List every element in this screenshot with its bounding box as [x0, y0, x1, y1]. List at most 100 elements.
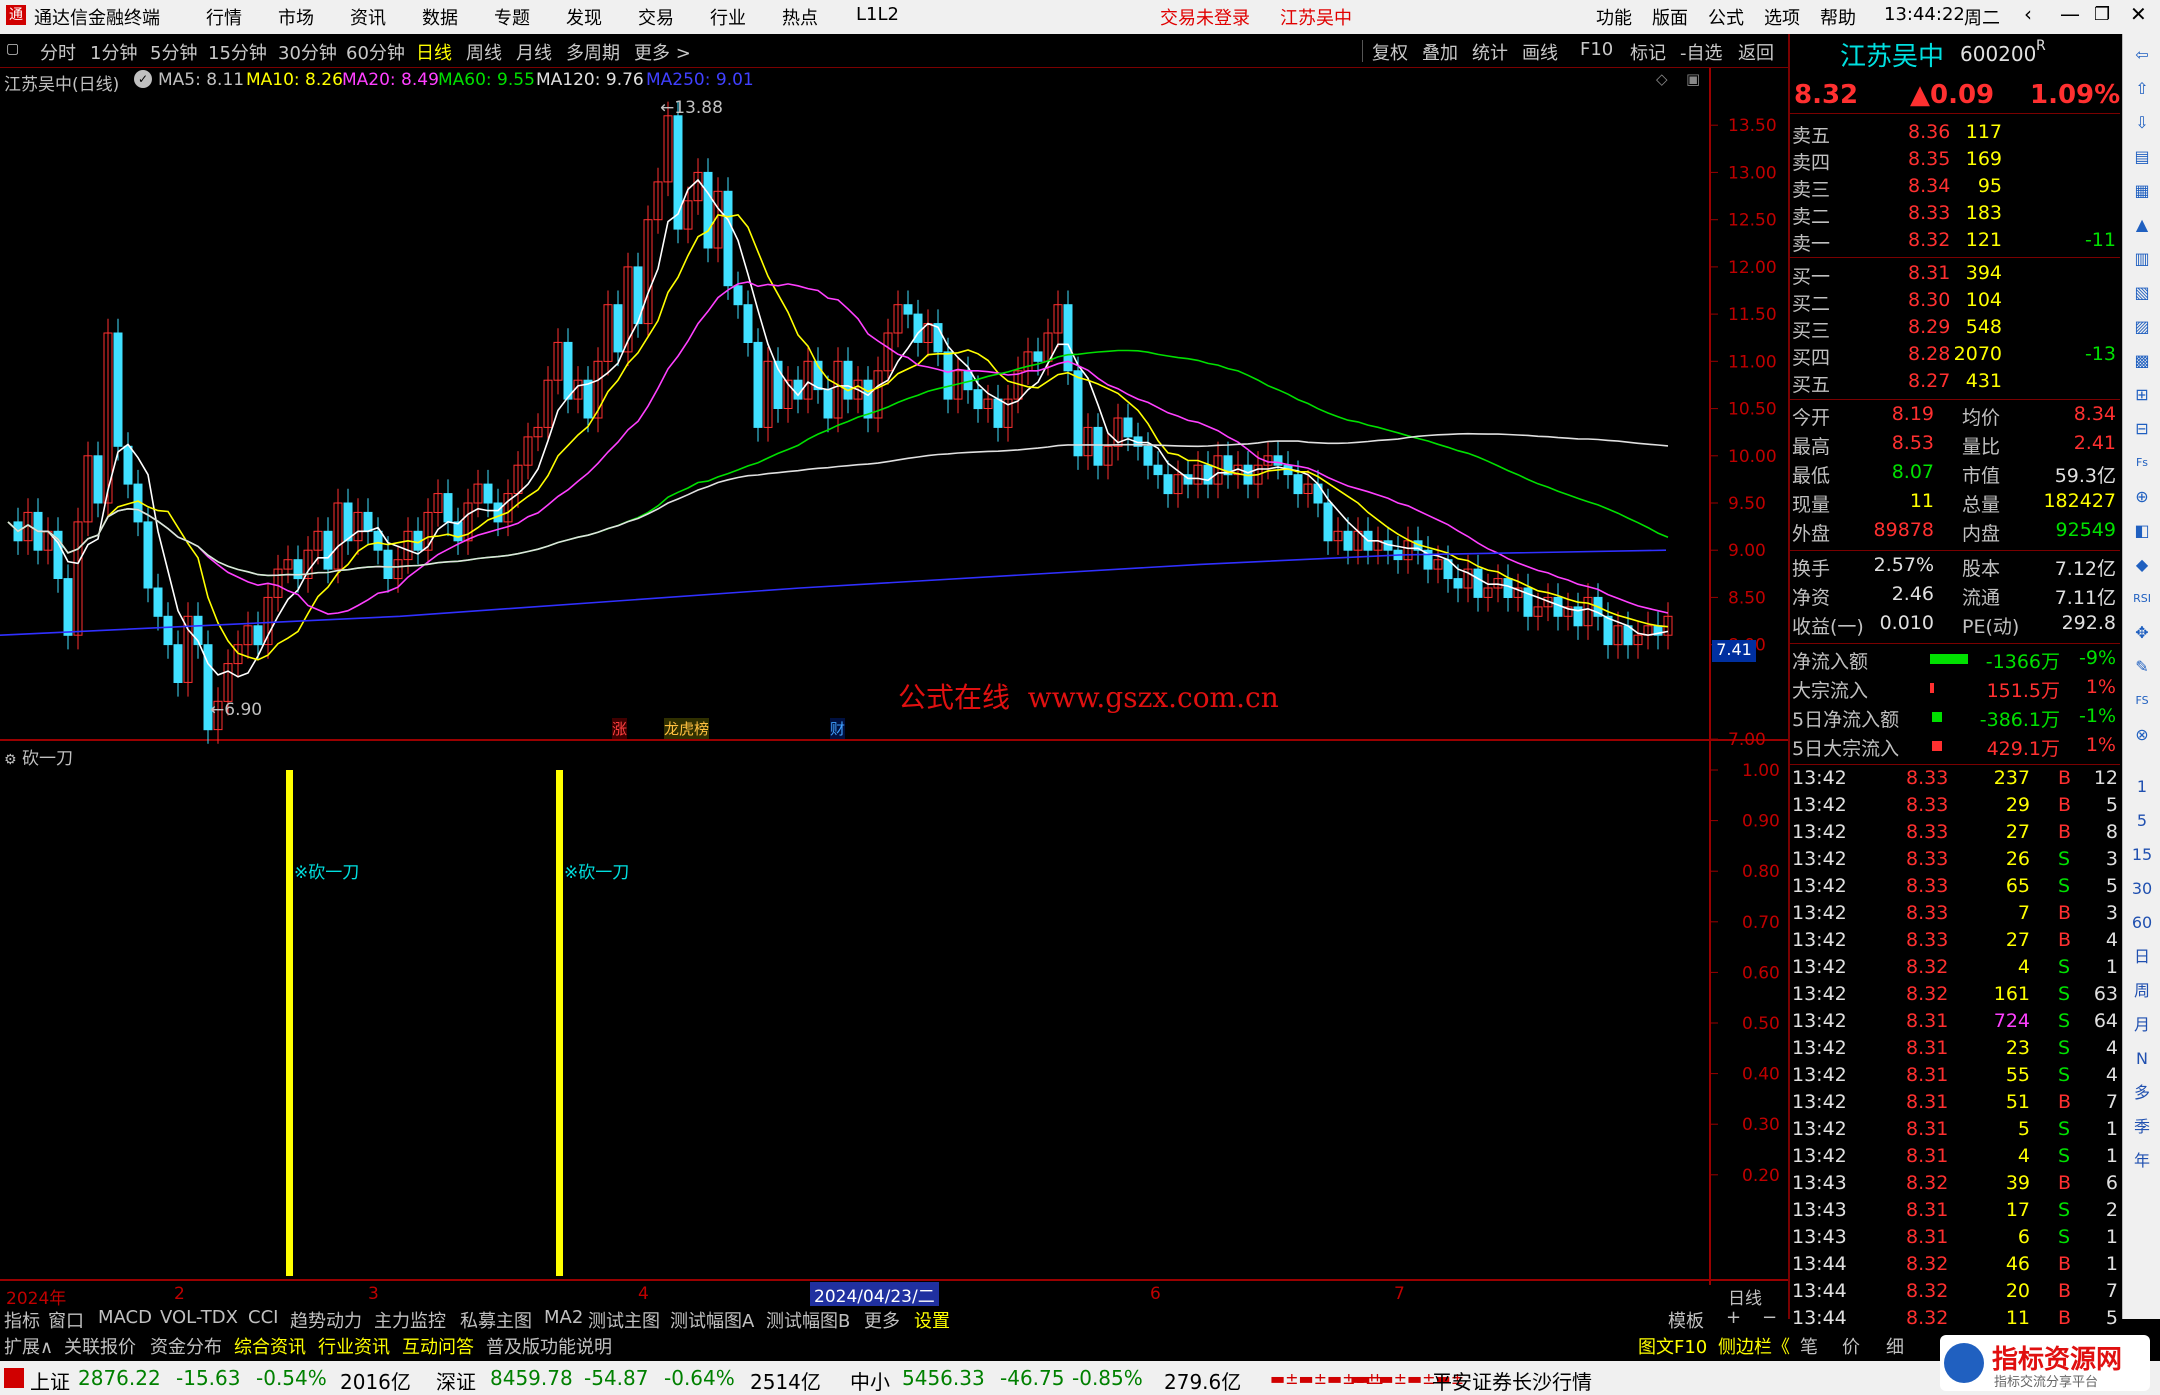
tool-diejia[interactable]: 叠加 — [1422, 39, 1458, 65]
tool-biaoji[interactable]: 标记 — [1630, 39, 1666, 65]
template-tab-1[interactable]: + — [1726, 1307, 1741, 1328]
indicator-tab-10[interactable]: 测试幅图A — [670, 1307, 754, 1333]
ask-row[interactable]: 卖五 8.36 117 — [1790, 120, 2120, 147]
indicator-tab-9[interactable]: 测试主图 — [588, 1307, 660, 1333]
tab-qa[interactable]: 互动问答 — [402, 1333, 474, 1359]
marker-longhubang[interactable]: 龙虎榜 — [664, 718, 710, 739]
tool-huaxian[interactable]: 画线 — [1522, 39, 1558, 65]
diamond-icon[interactable]: ◇ — [1656, 70, 1668, 88]
broker-label[interactable]: 平安证券长沙行情 — [1432, 1366, 1592, 1395]
ask-row[interactable]: 卖四 8.35 169 — [1790, 147, 2120, 174]
ask-row[interactable]: 卖一 8.32 121 -11 — [1790, 228, 2120, 255]
tick-row[interactable]: 13:42 8.33 29 B 5 — [1790, 793, 2120, 820]
tab-industry-news[interactable]: 行业资讯 — [318, 1333, 390, 1359]
tick-row[interactable]: 13:42 8.31 4 S 1 — [1790, 1144, 2120, 1171]
sidebar-period-7[interactable]: 月 — [2129, 1012, 2155, 1038]
indicator-tab-3[interactable]: VOL-TDX — [160, 1307, 238, 1328]
tool-f10[interactable]: F10 — [1580, 39, 1613, 60]
sidebar-tool-icon[interactable]: ▩ — [2129, 348, 2155, 374]
tool-zixuan[interactable]: -自选 — [1680, 39, 1723, 65]
sidebar-period-9[interactable]: 多 — [2129, 1080, 2155, 1106]
sidebar-tool-icon[interactable]: ⊕ — [2129, 484, 2155, 510]
tick-row[interactable]: 13:42 8.31 23 S 4 — [1790, 1036, 2120, 1063]
sh-index-name[interactable]: 上证 — [30, 1366, 70, 1395]
indicator-tab-6[interactable]: 主力监控 — [374, 1307, 446, 1333]
sidebar-tool-icon[interactable]: ▤ — [2129, 144, 2155, 170]
sidebar-tool-icon[interactable]: ⊞ — [2129, 382, 2155, 408]
panel-toggle-icon[interactable]: ▢ — [6, 41, 19, 57]
tick-row[interactable]: 13:42 8.33 65 S 5 — [1790, 874, 2120, 901]
sidebar-tool-icon[interactable]: ⊟ — [2129, 416, 2155, 442]
sidebar-tool-icon[interactable]: ⇩ — [2129, 110, 2155, 136]
sidebar-tool-icon[interactable]: ◧ — [2129, 518, 2155, 544]
tick-row[interactable]: 13:42 8.31 51 B 7 — [1790, 1090, 2120, 1117]
kline-chart[interactable]: 13.50 13.00 12.50 12.00 11.50 11.00 10.50 10.00… — [0, 68, 1788, 1285]
sidebar-period-3[interactable]: 30 — [2129, 876, 2155, 902]
tab-30min[interactable]: 30分钟 — [278, 39, 337, 65]
tab-5min[interactable]: 5分钟 — [150, 39, 197, 65]
bid-row[interactable]: 买三 8.29 548 — [1790, 315, 2120, 342]
zx-index-name[interactable]: 中小 — [850, 1366, 890, 1395]
indicator-tab-11[interactable]: 测试幅图B — [766, 1307, 850, 1333]
tab-bi[interactable]: 笔 — [1800, 1333, 1818, 1359]
tab-related-quotes[interactable]: 关联报价 — [64, 1333, 136, 1359]
tab-expand[interactable]: 扩展∧ — [4, 1333, 53, 1359]
menu-item-gongshi[interactable]: 公式 — [1708, 4, 1744, 30]
tab-15min[interactable]: 15分钟 — [208, 39, 267, 65]
template-tab-0[interactable]: 模板 — [1668, 1307, 1704, 1333]
menu-item-shuju[interactable]: 数据 — [422, 4, 458, 30]
tab-monthly[interactable]: 月线 — [516, 39, 552, 65]
sidebar-period-4[interactable]: 60 — [2129, 910, 2155, 936]
tab-xi[interactable]: 细 — [1886, 1333, 1904, 1359]
menu-item-bangzhu[interactable]: 帮助 — [1820, 4, 1856, 30]
minimize-icon[interactable]: — — [2060, 2, 2080, 26]
stats-row[interactable]: 最高 8.53 量比 2.41 — [1790, 431, 2120, 458]
menu-item-redian[interactable]: 热点 — [782, 4, 818, 30]
tab-1min[interactable]: 1分钟 — [90, 39, 137, 65]
flow-row[interactable]: 大宗流入 151.5万 1% — [1790, 675, 2120, 702]
stats2-row[interactable]: 换手 2.57% 股本 7.12亿 — [1790, 553, 2120, 580]
tab-weekly[interactable]: 周线 — [466, 39, 502, 65]
tick-row[interactable]: 13:42 8.33 26 S 3 — [1790, 847, 2120, 874]
tick-row[interactable]: 13:43 8.31 6 S 1 — [1790, 1225, 2120, 1252]
indicator-tab-4[interactable]: CCI — [248, 1307, 278, 1328]
tick-row[interactable]: 13:42 8.33 237 B 12 — [1790, 766, 2120, 793]
tick-row[interactable]: 13:44 8.32 20 B 7 — [1790, 1279, 2120, 1306]
menu-item-hangqing[interactable]: 行情 — [206, 4, 242, 30]
tab-daily[interactable]: 日线 — [416, 39, 452, 65]
tab-60min[interactable]: 60分钟 — [346, 39, 405, 65]
stats2-row[interactable]: 收益(一) 0.010 PE(动) 292.8 — [1790, 611, 2120, 638]
tick-row[interactable]: 13:42 8.33 7 B 3 — [1790, 901, 2120, 928]
sidebar-period-6[interactable]: 周 — [2129, 978, 2155, 1004]
bid-row[interactable]: 买四 8.28 2070 -13 — [1790, 342, 2120, 369]
sidebar-tool-icon[interactable]: FS — [2129, 688, 2155, 714]
indicator-tab-5[interactable]: 趋势动力 — [290, 1307, 362, 1333]
tab-fund-distribution[interactable]: 资金分布 — [150, 1333, 222, 1359]
restore-icon[interactable]: ❐ — [2094, 4, 2110, 25]
tool-fuquan[interactable]: 复权 — [1372, 39, 1408, 65]
indicator-tab-0[interactable]: 指标 — [4, 1307, 40, 1333]
marker-zhang[interactable]: 涨 — [612, 718, 628, 739]
sidebar-tool-icon[interactable]: ✥ — [2129, 620, 2155, 646]
tab-sidebar[interactable]: 侧边栏《 — [1718, 1333, 1790, 1359]
ask-row[interactable]: 卖三 8.34 95 — [1790, 174, 2120, 201]
menu-item-zixun[interactable]: 资讯 — [350, 4, 386, 30]
sidebar-period-2[interactable]: 15 — [2129, 842, 2155, 868]
menu-item-jiaoyi[interactable]: 交易 — [638, 4, 674, 30]
marker-cai[interactable]: 财 — [830, 718, 846, 739]
sidebar-tool-icon[interactable]: ▦ — [2129, 178, 2155, 204]
tab-fenshi[interactable]: 分时 — [40, 39, 76, 65]
sidebar-tool-icon[interactable]: ▲ — [2129, 212, 2155, 238]
stats-row[interactable]: 今开 8.19 均价 8.34 — [1790, 402, 2120, 429]
close-icon[interactable]: ✕ — [2130, 2, 2147, 26]
tick-row[interactable]: 13:42 8.31 724 S 64 — [1790, 1009, 2120, 1036]
sidebar-tool-icon[interactable]: RSI — [2129, 586, 2155, 612]
flow-row[interactable]: 5日大宗流入 429.1万 1% — [1790, 733, 2120, 760]
tick-row[interactable]: 13:42 8.31 55 S 4 — [1790, 1063, 2120, 1090]
sidebar-tool-icon[interactable]: ⇧ — [2129, 76, 2155, 102]
menu-item-banmian[interactable]: 版面 — [1652, 4, 1688, 30]
tick-row[interactable]: 13:43 8.32 39 B 6 — [1790, 1171, 2120, 1198]
indicator-tab-8[interactable]: MA2 — [544, 1307, 583, 1328]
indicator-tab-13[interactable]: 设置 — [914, 1307, 950, 1333]
sidebar-tool-icon[interactable]: ✎ — [2129, 654, 2155, 680]
